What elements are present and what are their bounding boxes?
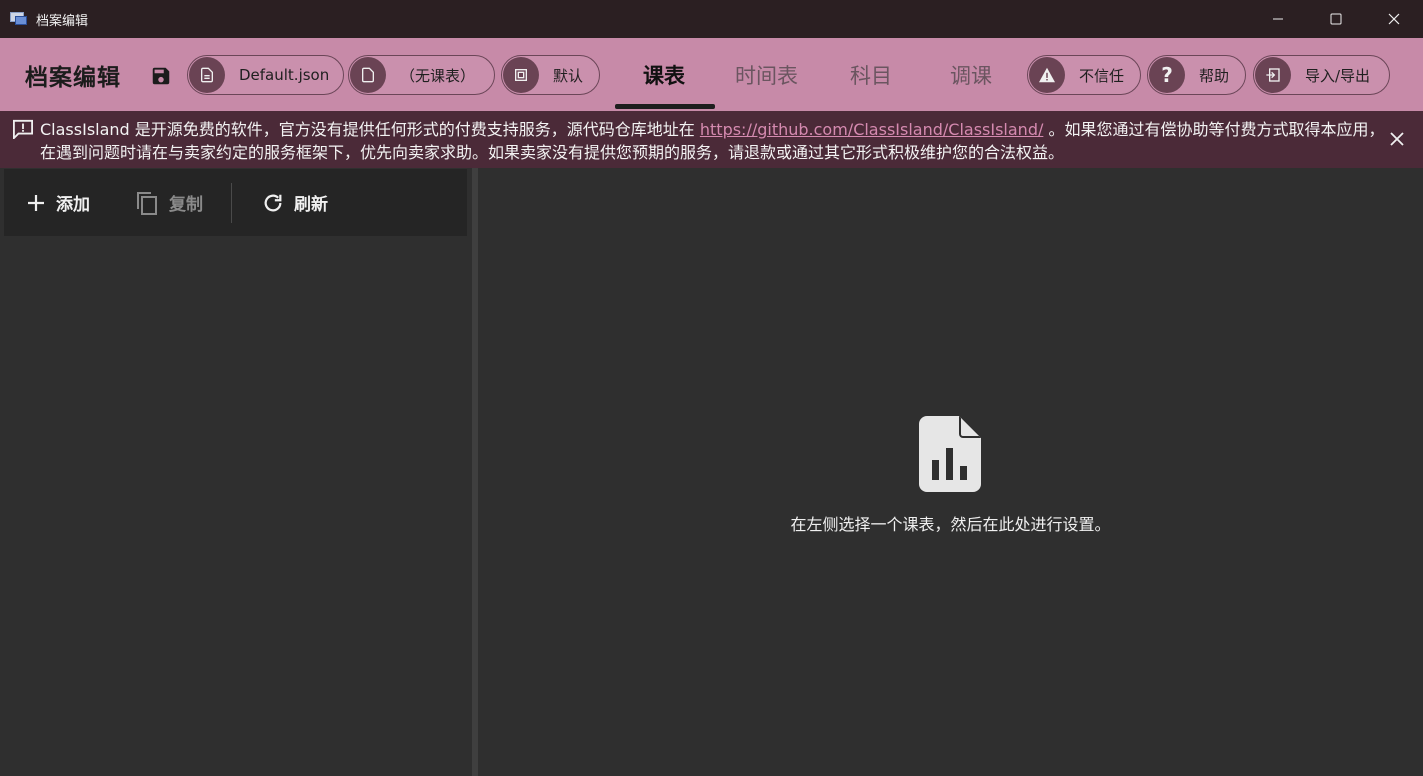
copy-button[interactable]: 复制	[135, 169, 203, 236]
notice-text-before: ClassIsland 是开源免费的软件，官方没有提供任何形式的付费支持服务，源…	[40, 120, 700, 139]
import-icon	[1255, 57, 1291, 93]
copy-icon	[137, 191, 157, 215]
tab-subjects[interactable]: 科目	[850, 60, 892, 90]
open-source-notice-banner: ClassIsland 是开源免费的软件，官方没有提供任何形式的付费支持服务，源…	[0, 111, 1423, 168]
classplan-label: （无课表）	[400, 66, 476, 85]
app-icon	[10, 12, 28, 26]
close-window-button[interactable]	[1365, 0, 1423, 38]
active-tab-indicator	[615, 104, 715, 109]
file-chart-icon	[919, 416, 981, 492]
classplan-chip[interactable]: （无课表）	[348, 55, 495, 95]
close-icon	[1388, 13, 1400, 25]
mode-chip[interactable]: 默认	[501, 55, 600, 95]
tab-classplan[interactable]: 课表	[643, 60, 685, 90]
page-title: 档案编辑	[25, 65, 121, 91]
trust-chip[interactable]: 不信任	[1027, 55, 1141, 95]
save-button[interactable]	[150, 65, 172, 87]
message-alert-icon	[12, 119, 33, 139]
help-chip[interactable]: ? 帮助	[1147, 55, 1246, 95]
close-banner-button[interactable]	[1390, 132, 1404, 146]
title-bar: 档案编辑	[0, 0, 1423, 38]
profile-file-label: Default.json	[239, 66, 330, 84]
crop-icon	[503, 57, 539, 93]
notice-text: ClassIsland 是开源免费的软件，官方没有提供任何形式的付费支持服务，源…	[40, 118, 1385, 164]
maximize-button[interactable]	[1307, 0, 1365, 38]
help-label: 帮助	[1199, 66, 1230, 85]
minimize-icon	[1273, 18, 1283, 20]
refresh-button[interactable]: 刷新	[262, 169, 328, 236]
document-icon	[189, 57, 225, 93]
command-separator	[231, 183, 232, 223]
tab-class-swap[interactable]: 调课	[950, 60, 992, 90]
add-label: 添加	[56, 195, 90, 215]
import-export-label: 导入/导出	[1305, 66, 1371, 85]
empty-state-message: 在左侧选择一个课表，然后在此处进行设置。	[790, 515, 1111, 534]
refresh-label: 刷新	[294, 195, 328, 215]
mode-label: 默认	[553, 66, 584, 85]
trust-label: 不信任	[1079, 66, 1125, 85]
profile-toolbar: 档案编辑 Default.json （无课表） 默认 课表 时间表 科目 调课 …	[0, 38, 1423, 111]
add-button[interactable]: 添加	[26, 169, 90, 236]
classplan-detail-panel: 在左侧选择一个课表，然后在此处进行设置。	[478, 168, 1423, 776]
minimize-button[interactable]	[1249, 0, 1307, 38]
profile-file-chip[interactable]: Default.json	[187, 55, 345, 95]
warning-icon	[1029, 57, 1065, 93]
save-icon	[152, 67, 170, 85]
maximize-icon	[1330, 13, 1342, 25]
file-icon	[350, 57, 386, 93]
repo-link[interactable]: https://github.com/ClassIsland/ClassIsla…	[700, 120, 1043, 139]
command-bar: 添加 复制 刷新	[4, 169, 467, 236]
tab-timetable[interactable]: 时间表	[735, 60, 798, 90]
window-title: 档案编辑	[36, 13, 89, 29]
import-export-chip[interactable]: 导入/导出	[1253, 55, 1390, 95]
copy-label: 复制	[169, 195, 203, 215]
refresh-icon	[264, 194, 282, 211]
classplan-list-panel: 添加 复制 刷新	[0, 168, 472, 776]
plus-icon	[28, 194, 44, 211]
help-icon: ?	[1149, 57, 1185, 93]
